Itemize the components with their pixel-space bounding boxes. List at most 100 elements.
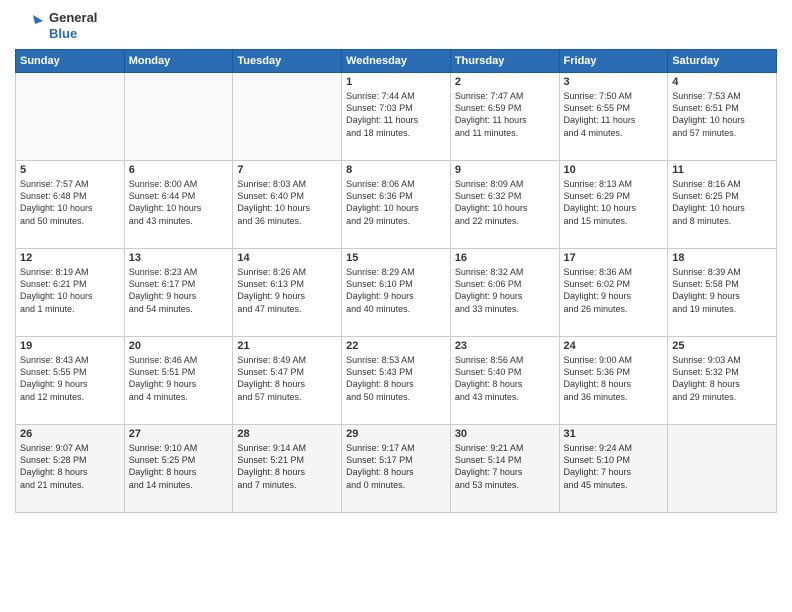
calendar-cell: 11 Sunrise: 8:16 AM Sunset: 6:25 PM Dayli… [668, 161, 777, 249]
day-number: 31 [564, 428, 664, 440]
day-info: Sunrise: 7:47 AM Sunset: 6:59 PM Dayligh… [455, 90, 555, 139]
day-number: 8 [346, 164, 446, 176]
calendar-week-row: 1 Sunrise: 7:44 AM Sunset: 7:03 PM Daylig… [16, 73, 777, 161]
calendar-cell: 5 Sunrise: 7:57 AM Sunset: 6:48 PM Daylig… [16, 161, 125, 249]
calendar-cell: 8Sunrise: 8:06 AM Sunset: 6:36 PM Daylig… [342, 161, 451, 249]
day-info: Sunrise: 9:21 AM Sunset: 5:14 PM Dayligh… [455, 442, 555, 491]
day-info: Sunrise: 8:16 AM Sunset: 6:25 PM Dayligh… [672, 178, 772, 227]
calendar-cell: 24 Sunrise: 9:00 AM Sunset: 5:36 PM Dayli… [559, 337, 668, 425]
day-info: Sunrise: 8:03 AM Sunset: 6:40 PM Dayligh… [237, 178, 337, 227]
day-number: 28 [237, 428, 337, 440]
day-info: Sunrise: 8:56 AM Sunset: 5:40 PM Dayligh… [455, 354, 555, 403]
weekday-header: Thursday [450, 50, 559, 73]
calendar-cell: 2 Sunrise: 7:47 AM Sunset: 6:59 PM Daylig… [450, 73, 559, 161]
header: General Blue [15, 10, 777, 41]
day-info: Sunrise: 8:23 AM Sunset: 6:17 PM Dayligh… [129, 266, 229, 315]
calendar-body: 1 Sunrise: 7:44 AM Sunset: 7:03 PM Daylig… [16, 73, 777, 513]
day-number: 13 [129, 252, 229, 264]
calendar-cell: 27Sunrise: 9:10 AM Sunset: 5:25 PM Dayli… [124, 425, 233, 513]
day-number: 23 [455, 340, 555, 352]
calendar-cell: 16Sunrise: 8:32 AM Sunset: 6:06 PM Dayli… [450, 249, 559, 337]
weekday-header: Sunday [16, 50, 125, 73]
calendar-cell: 31 Sunrise: 9:24 AM Sunset: 5:10 PM Dayli… [559, 425, 668, 513]
day-number: 24 [564, 340, 664, 352]
calendar-cell: 12Sunrise: 8:19 AM Sunset: 6:21 PM Dayli… [16, 249, 125, 337]
day-number: 16 [455, 252, 555, 264]
day-number: 25 [672, 340, 772, 352]
weekday-header: Saturday [668, 50, 777, 73]
calendar-cell: 29Sunrise: 9:17 AM Sunset: 5:17 PM Dayli… [342, 425, 451, 513]
logo: General Blue [15, 10, 97, 41]
calendar-cell: 1 Sunrise: 7:44 AM Sunset: 7:03 PM Daylig… [342, 73, 451, 161]
calendar-cell: 18 Sunrise: 8:39 AM Sunset: 5:58 PM Dayli… [668, 249, 777, 337]
calendar-cell: 28Sunrise: 9:14 AM Sunset: 5:21 PM Dayli… [233, 425, 342, 513]
calendar-cell [668, 425, 777, 513]
calendar-cell: 13 Sunrise: 8:23 AM Sunset: 6:17 PM Dayli… [124, 249, 233, 337]
day-number: 3 [564, 76, 664, 88]
weekday-header: Wednesday [342, 50, 451, 73]
calendar-cell: 20 Sunrise: 8:46 AM Sunset: 5:51 PM Dayli… [124, 337, 233, 425]
day-info: Sunrise: 8:46 AM Sunset: 5:51 PM Dayligh… [129, 354, 229, 403]
calendar-cell: 10 Sunrise: 8:13 AM Sunset: 6:29 PM Dayli… [559, 161, 668, 249]
calendar-cell [124, 73, 233, 161]
calendar-page: General Blue SundayMondayTuesdayWednesda… [0, 0, 792, 612]
day-number: 1 [346, 76, 446, 88]
day-info: Sunrise: 7:57 AM Sunset: 6:48 PM Dayligh… [20, 178, 120, 227]
weekday-header: Monday [124, 50, 233, 73]
calendar-cell: 23 Sunrise: 8:56 AM Sunset: 5:40 PM Dayli… [450, 337, 559, 425]
day-info: Sunrise: 9:24 AM Sunset: 5:10 PM Dayligh… [564, 442, 664, 491]
calendar-week-row: 19Sunrise: 8:43 AM Sunset: 5:55 PM Dayli… [16, 337, 777, 425]
calendar-cell: 25 Sunrise: 9:03 AM Sunset: 5:32 PM Dayli… [668, 337, 777, 425]
day-number: 14 [237, 252, 337, 264]
calendar-cell: 14Sunrise: 8:26 AM Sunset: 6:13 PM Dayli… [233, 249, 342, 337]
day-info: Sunrise: 8:09 AM Sunset: 6:32 PM Dayligh… [455, 178, 555, 227]
day-info: Sunrise: 8:53 AM Sunset: 5:43 PM Dayligh… [346, 354, 446, 403]
day-number: 7 [237, 164, 337, 176]
day-info: Sunrise: 9:03 AM Sunset: 5:32 PM Dayligh… [672, 354, 772, 403]
calendar-cell: 17 Sunrise: 8:36 AM Sunset: 6:02 PM Dayli… [559, 249, 668, 337]
calendar-cell: 15 Sunrise: 8:29 AM Sunset: 6:10 PM Dayli… [342, 249, 451, 337]
day-number: 12 [20, 252, 120, 264]
day-number: 9 [455, 164, 555, 176]
day-info: Sunrise: 8:29 AM Sunset: 6:10 PM Dayligh… [346, 266, 446, 315]
day-info: Sunrise: 8:39 AM Sunset: 5:58 PM Dayligh… [672, 266, 772, 315]
day-info: Sunrise: 8:43 AM Sunset: 5:55 PM Dayligh… [20, 354, 120, 403]
day-info: Sunrise: 7:53 AM Sunset: 6:51 PM Dayligh… [672, 90, 772, 139]
day-number: 4 [672, 76, 772, 88]
day-number: 11 [672, 164, 772, 176]
calendar-cell: 3 Sunrise: 7:50 AM Sunset: 6:55 PM Daylig… [559, 73, 668, 161]
calendar-cell: 19Sunrise: 8:43 AM Sunset: 5:55 PM Dayli… [16, 337, 125, 425]
day-info: Sunrise: 8:13 AM Sunset: 6:29 PM Dayligh… [564, 178, 664, 227]
calendar-cell: 21 Sunrise: 8:49 AM Sunset: 5:47 PM Dayli… [233, 337, 342, 425]
weekday-row: SundayMondayTuesdayWednesdayThursdayFrid… [16, 50, 777, 73]
day-number: 20 [129, 340, 229, 352]
day-info: Sunrise: 8:49 AM Sunset: 5:47 PM Dayligh… [237, 354, 337, 403]
logo-text: General Blue [49, 10, 97, 41]
day-number: 10 [564, 164, 664, 176]
calendar-cell: 7 Sunrise: 8:03 AM Sunset: 6:40 PM Daylig… [233, 161, 342, 249]
day-info: Sunrise: 9:10 AM Sunset: 5:25 PM Dayligh… [129, 442, 229, 491]
calendar-cell: 9 Sunrise: 8:09 AM Sunset: 6:32 PM Daylig… [450, 161, 559, 249]
calendar-cell: 4 Sunrise: 7:53 AM Sunset: 6:51 PM Daylig… [668, 73, 777, 161]
day-number: 6 [129, 164, 229, 176]
day-number: 15 [346, 252, 446, 264]
day-number: 18 [672, 252, 772, 264]
day-info: Sunrise: 7:50 AM Sunset: 6:55 PM Dayligh… [564, 90, 664, 139]
calendar-cell: 30Sunrise: 9:21 AM Sunset: 5:14 PM Dayli… [450, 425, 559, 513]
day-number: 2 [455, 76, 555, 88]
logo-bird-icon [15, 11, 45, 41]
calendar-cell [16, 73, 125, 161]
day-info: Sunrise: 7:44 AM Sunset: 7:03 PM Dayligh… [346, 90, 446, 139]
weekday-header: Friday [559, 50, 668, 73]
day-info: Sunrise: 9:00 AM Sunset: 5:36 PM Dayligh… [564, 354, 664, 403]
weekday-header: Tuesday [233, 50, 342, 73]
day-number: 21 [237, 340, 337, 352]
day-info: Sunrise: 8:36 AM Sunset: 6:02 PM Dayligh… [564, 266, 664, 315]
day-number: 17 [564, 252, 664, 264]
calendar-table: SundayMondayTuesdayWednesdayThursdayFrid… [15, 49, 777, 513]
day-number: 29 [346, 428, 446, 440]
day-info: Sunrise: 8:00 AM Sunset: 6:44 PM Dayligh… [129, 178, 229, 227]
calendar-cell [233, 73, 342, 161]
day-number: 5 [20, 164, 120, 176]
calendar-week-row: 5 Sunrise: 7:57 AM Sunset: 6:48 PM Daylig… [16, 161, 777, 249]
